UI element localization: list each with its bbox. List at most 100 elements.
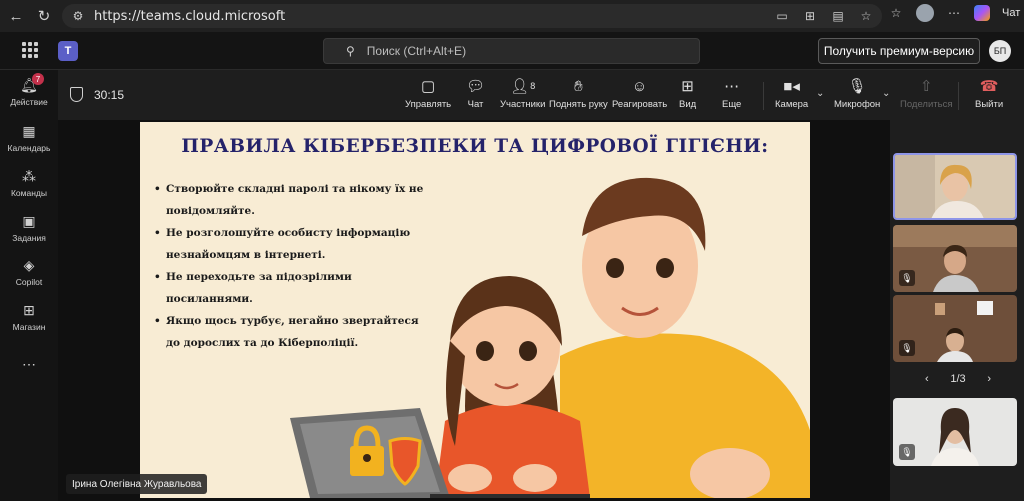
shield-icon xyxy=(70,87,83,102)
more-icon: ⋯ xyxy=(724,78,740,95)
meeting-toolbar: 30:15 ▢ Управлять 💬︎ Чат 👤︎ 8 Участники ✋… xyxy=(58,70,1024,120)
mic-options-chevron-icon[interactable]: ⌄ xyxy=(882,88,890,99)
rail-item-label: Команды xyxy=(10,188,47,198)
mic-off-icon: 🎙︎ xyxy=(899,444,915,460)
participant-video-tile[interactable]: 🎙︎ xyxy=(893,225,1017,292)
more-button[interactable]: ⋯ Еще xyxy=(722,76,741,116)
app-launcher-icon[interactable] xyxy=(22,42,38,58)
rail-item-store[interactable]: ⊞ Магазин xyxy=(0,301,58,345)
user-avatar[interactable]: БП xyxy=(989,40,1011,62)
mic-label: Микрофон xyxy=(834,99,881,110)
rail-item-teams[interactable]: ⁂ Команды xyxy=(0,167,58,211)
manage-icon: ▢ xyxy=(420,78,436,95)
view-grid-icon: ⊞ xyxy=(681,78,694,95)
rail-item-copilot[interactable]: ◈ Copilot xyxy=(0,256,58,300)
teams-icon: ⁂ xyxy=(22,167,36,184)
participant-video-tile[interactable]: 🎙︎ xyxy=(893,398,1017,466)
browser-menu-icon[interactable]: ⋯ xyxy=(946,5,962,21)
manage-button[interactable]: ▢ Управлять xyxy=(405,76,451,116)
rail-item-assignments[interactable]: ▣ Задания xyxy=(0,212,58,256)
meeting-area: 30:15 ▢ Управлять 💬︎ Чат 👤︎ 8 Участники ✋… xyxy=(58,70,1024,501)
back-icon[interactable]: ← xyxy=(2,2,30,30)
search-input[interactable]: ⚲ Поиск (Ctrl+Alt+E) xyxy=(323,38,700,64)
slide-bullet-cont: повідомляйте. xyxy=(152,200,442,222)
mic-off-icon: 🎙︎ xyxy=(899,270,915,286)
share-icon: ⇧ xyxy=(919,78,933,95)
search-icon: ⚲ xyxy=(346,44,355,58)
camera-permission-icon[interactable]: ▭ xyxy=(774,8,790,24)
slide-bullet-cont: незнайомцям в інтернеті. xyxy=(152,244,442,266)
raise-hand-button[interactable]: ✋︎ Поднять руку xyxy=(549,76,608,116)
teams-logo-icon: T xyxy=(58,41,78,61)
view-button[interactable]: ⊞ Вид xyxy=(679,76,696,116)
meeting-timer: 30:15 xyxy=(94,88,125,102)
assignments-icon: ▣ xyxy=(22,212,36,229)
react-button[interactable]: ☺ Реагировать xyxy=(612,76,667,116)
favorites-icon[interactable]: ☆ xyxy=(888,5,904,21)
participants-strip: 🎙︎ 🎙︎ ‹ 1/3 › 🎙︎ xyxy=(890,120,1024,501)
get-premium-button[interactable]: Получить премиум-версию xyxy=(818,38,980,64)
toolbar-divider xyxy=(958,82,959,110)
people-icon: 👤︎ 8 xyxy=(510,78,536,95)
slide-bullet: Не розголошуйте особисту інформацію xyxy=(152,222,442,244)
slide-bullet-text: незнайомцям в інтернеті. xyxy=(166,249,326,261)
slide-bullet: Якщо щось турбує, негайно звертайтеся xyxy=(152,310,442,332)
mic-off-icon: 🎙︎ xyxy=(899,340,915,356)
participant-video-tile[interactable] xyxy=(893,153,1017,220)
browser-chat-label[interactable]: Чат xyxy=(1002,7,1020,19)
toolbar-divider xyxy=(763,82,764,110)
mic-button[interactable]: 🎙︎ Микрофон xyxy=(834,76,880,116)
pagination: ‹ 1/3 › xyxy=(925,373,991,385)
camera-button[interactable]: ■◂ Камера xyxy=(775,76,808,116)
copilot-icon: ◈ xyxy=(23,256,35,273)
prev-page-icon[interactable]: ‹ xyxy=(925,373,929,385)
favorite-star-icon[interactable]: ☆ xyxy=(858,8,874,24)
manage-label: Управлять xyxy=(405,99,452,110)
rail-item-label: Задания xyxy=(12,233,46,243)
hand-icon: ✋︎ xyxy=(574,77,583,95)
share-button[interactable]: ⇧ Поделиться xyxy=(900,76,952,116)
reader-icon[interactable]: ▤ xyxy=(830,8,846,24)
browser-toolbar: ← ↻ ⚙ https://teams.cloud.microsoft ▭ ⊞ … xyxy=(0,0,1024,32)
app-rail: 🔔︎ 7 Действие ▦ Календарь ⁂ Команды ▣ За… xyxy=(0,70,58,501)
hang-up-icon: ☎ xyxy=(979,78,999,95)
apps-icon[interactable]: ⊞ xyxy=(802,8,818,24)
copilot-logo-icon[interactable] xyxy=(974,5,990,21)
camera-options-chevron-icon[interactable]: ⌄ xyxy=(816,88,824,99)
react-label: Реагировать xyxy=(612,99,668,110)
reload-icon[interactable]: ↻ xyxy=(30,2,58,30)
participants-label: Участники xyxy=(500,99,546,110)
more-label: Еще xyxy=(722,99,742,110)
search-placeholder: Поиск (Ctrl+Alt+E) xyxy=(366,44,467,58)
next-page-icon[interactable]: › xyxy=(987,373,991,385)
slide-bullets: Створюйте складні паролі та нікому їх не… xyxy=(152,178,442,354)
address-bar[interactable]: ⚙ https://teams.cloud.microsoft ▭ ⊞ ▤ ☆ xyxy=(62,4,882,28)
chat-button[interactable]: 💬︎ Чат xyxy=(466,76,485,116)
slide-bullet-text: до дорослих та до Кіберполіції. xyxy=(166,337,359,349)
rail-item-label: Copilot xyxy=(15,277,43,287)
url-text: https://teams.cloud.microsoft xyxy=(94,8,286,24)
more-apps-icon[interactable]: ⋯ xyxy=(22,356,36,373)
share-label: Поделиться xyxy=(900,99,953,110)
slide-bullet-text: посиланнями. xyxy=(166,293,253,305)
slide-bullet-cont: посиланнями. xyxy=(152,288,442,310)
rail-item-activity[interactable]: 🔔︎ 7 Действие xyxy=(0,73,58,120)
participant-video-tile[interactable]: 🎙︎ xyxy=(893,295,1017,362)
raise-hand-label: Поднять руку xyxy=(549,99,608,110)
participants-count: 8 xyxy=(530,81,536,91)
profile-avatar[interactable] xyxy=(916,4,934,22)
teams-header: T ⚲ Поиск (Ctrl+Alt+E) Получить премиум-… xyxy=(0,32,1024,70)
participant-video xyxy=(895,155,1015,218)
rail-item-calendar[interactable]: ▦ Календарь xyxy=(0,122,58,166)
presenter-name-tag: Ірина Олегівна Журавльова xyxy=(66,474,208,494)
notification-badge: 7 xyxy=(32,73,44,85)
store-icon: ⊞ xyxy=(23,301,35,318)
leave-label: Выйти xyxy=(975,99,1004,110)
leave-button[interactable]: ☎ Выйти xyxy=(975,76,1003,116)
rail-item-label: Магазин xyxy=(12,322,46,332)
slide-bullet: Створюйте складні паролі та нікому їх не xyxy=(152,178,442,200)
presentation-slide: ПРАВИЛА КІБЕРБЕЗПЕКИ ТА ЦИФРОВОЇ ГІГІЄНИ… xyxy=(140,122,810,498)
participants-button[interactable]: 👤︎ 8 Участники xyxy=(500,76,545,116)
site-info-icon[interactable]: ⚙ xyxy=(70,8,86,24)
rail-item-label: Действие xyxy=(10,97,48,107)
